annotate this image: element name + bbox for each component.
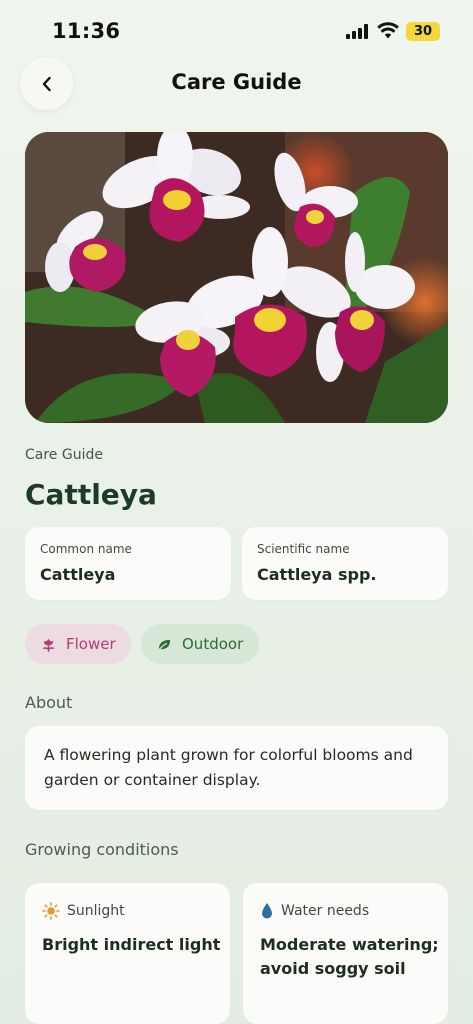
cellular-signal-icon [346,24,370,39]
scientific-name-card: Scientific name Cattleya spp. [242,527,448,600]
tag-flower-label: Flower [66,635,116,653]
status-time: 11:36 [52,19,121,43]
plant-photo [25,132,448,423]
common-name-label: Common name [40,542,132,556]
sunlight-value: Bright indirect light [42,935,221,954]
sunlight-card: Sunlight Bright indirect light [25,883,230,1024]
about-card: A flowering plant grown for colorful blo… [25,726,448,810]
page-title: Care Guide [171,70,302,94]
water-needs-value: Moderate watering; avoid soggy soil [260,935,439,978]
leaf-icon [157,637,172,652]
sun-icon [42,902,60,920]
plant-name: Cattleya [25,478,157,511]
scientific-name-value: Cattleya spp. [257,565,377,584]
flower-icon [41,637,56,652]
common-name-value: Cattleya [40,565,116,584]
common-name-card: Common name Cattleya [25,527,231,600]
water-needs-card: Water needs Moderate watering; avoid sog… [243,883,448,1024]
battery-indicator: 30 [406,22,440,41]
water-drop-icon [260,902,274,920]
tag-outdoor[interactable]: Outdoor [141,624,259,664]
sunlight-label: Sunlight [67,903,125,919]
growing-conditions-title: Growing conditions [25,840,179,859]
about-text: A flowering plant grown for colorful blo… [44,746,413,789]
section-eyebrow: Care Guide [25,447,103,463]
scientific-name-label: Scientific name [257,542,350,556]
water-needs-label: Water needs [281,903,370,919]
tag-flower[interactable]: Flower [25,624,131,664]
status-bar: 11:36 30 [0,0,473,60]
wifi-icon [377,22,399,39]
tag-outdoor-label: Outdoor [182,635,244,653]
about-title: About [25,693,73,712]
